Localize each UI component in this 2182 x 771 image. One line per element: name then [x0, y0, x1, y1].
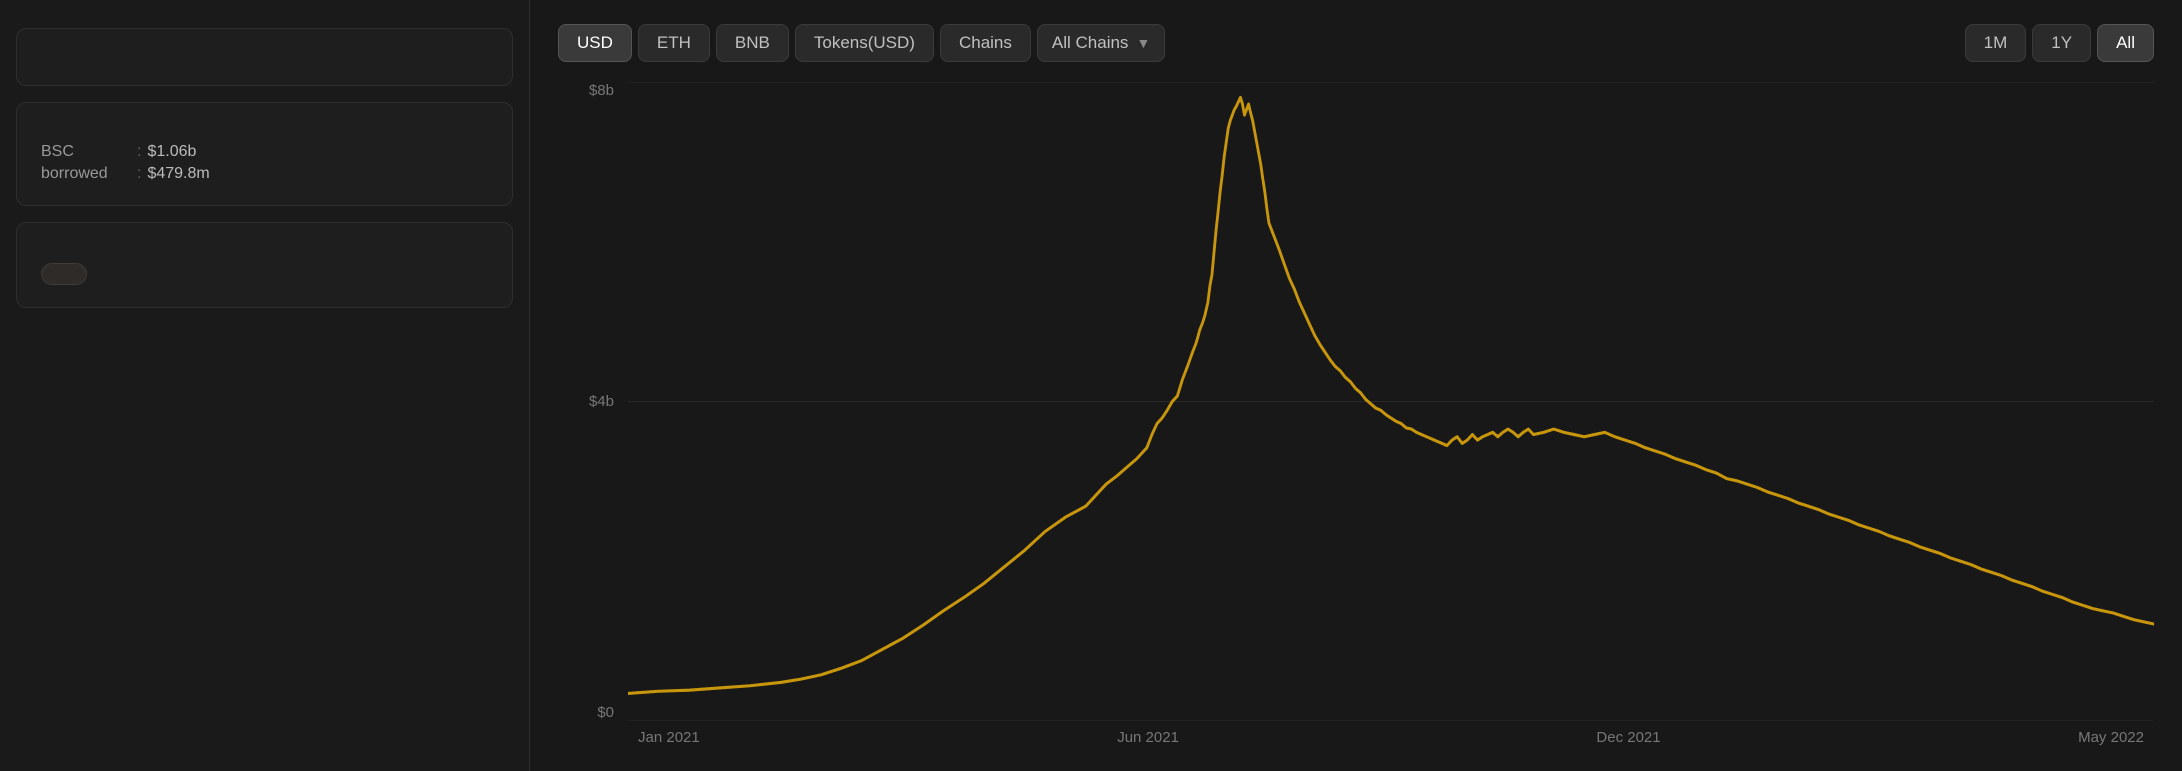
chart-toolbar: USDETHBNBTokens(USD)Chains All Chains ▼ 1M…	[558, 24, 2154, 62]
tvl-details: BSC : $1.06b borrowed : $479.8m	[41, 143, 488, 183]
chart-y-labels: $8b $4b $0	[558, 82, 628, 751]
x-label: Dec 2021	[1596, 729, 1660, 751]
time-button-1y[interactable]: 1Y	[2032, 24, 2091, 62]
x-label: May 2022	[2078, 729, 2144, 751]
chart-x-labels: Jan 2021 Jun 2021 Dec 2021 May 2022	[628, 721, 2154, 751]
tvl-row: borrowed : $479.8m	[41, 165, 488, 183]
x-label: Jan 2021	[638, 729, 700, 751]
filter-button-bnb[interactable]: BNB	[716, 24, 789, 62]
y-label: $0	[597, 704, 614, 721]
y-label: $4b	[589, 393, 614, 410]
tvl-row-key: BSC	[41, 143, 131, 161]
y-label: $8b	[589, 82, 614, 99]
links-section	[16, 222, 513, 308]
tvl-row-val: $479.8m	[147, 165, 209, 183]
all-chains-label: All Chains	[1052, 33, 1129, 53]
left-panel: BSC : $1.06b borrowed : $479.8m	[0, 0, 530, 771]
time-button-1m[interactable]: 1M	[1965, 24, 2027, 62]
tvl-row-key: borrowed	[41, 165, 131, 183]
chart-svg-area	[628, 82, 2154, 721]
filter-button-usd[interactable]: USD	[558, 24, 632, 62]
download-button[interactable]	[41, 263, 87, 285]
tvl-row-sep: :	[137, 143, 141, 161]
tvl-row: BSC : $1.06b	[41, 143, 488, 161]
tvl-row-sep: :	[137, 165, 141, 183]
chevron-down-icon: ▼	[1136, 35, 1150, 51]
tvl-section: BSC : $1.06b borrowed : $479.8m	[16, 102, 513, 206]
right-panel: USDETHBNBTokens(USD)Chains All Chains ▼ 1M…	[530, 0, 2182, 771]
tvl-row-val: $1.06b	[147, 143, 196, 161]
chains-dropdown[interactable]: All Chains ▼	[1037, 24, 1165, 62]
x-label: Jun 2021	[1117, 729, 1179, 751]
chart-container: $8b $4b $0 Jan 2021 Jun 2021 Dec 2021 May 202…	[558, 82, 2154, 751]
filter-button-tokens(usd)[interactable]: Tokens(USD)	[795, 24, 934, 62]
filter-button-eth[interactable]: ETH	[638, 24, 710, 62]
time-button-all[interactable]: All	[2097, 24, 2154, 62]
toolbar-right: 1M1YAll	[1965, 24, 2154, 62]
description-section	[16, 28, 513, 86]
chains-button[interactable]: Chains	[940, 24, 1031, 62]
chart-main: Jan 2021 Jun 2021 Dec 2021 May 2022	[628, 82, 2154, 751]
toolbar-left: USDETHBNBTokens(USD)Chains All Chains ▼	[558, 24, 1165, 62]
